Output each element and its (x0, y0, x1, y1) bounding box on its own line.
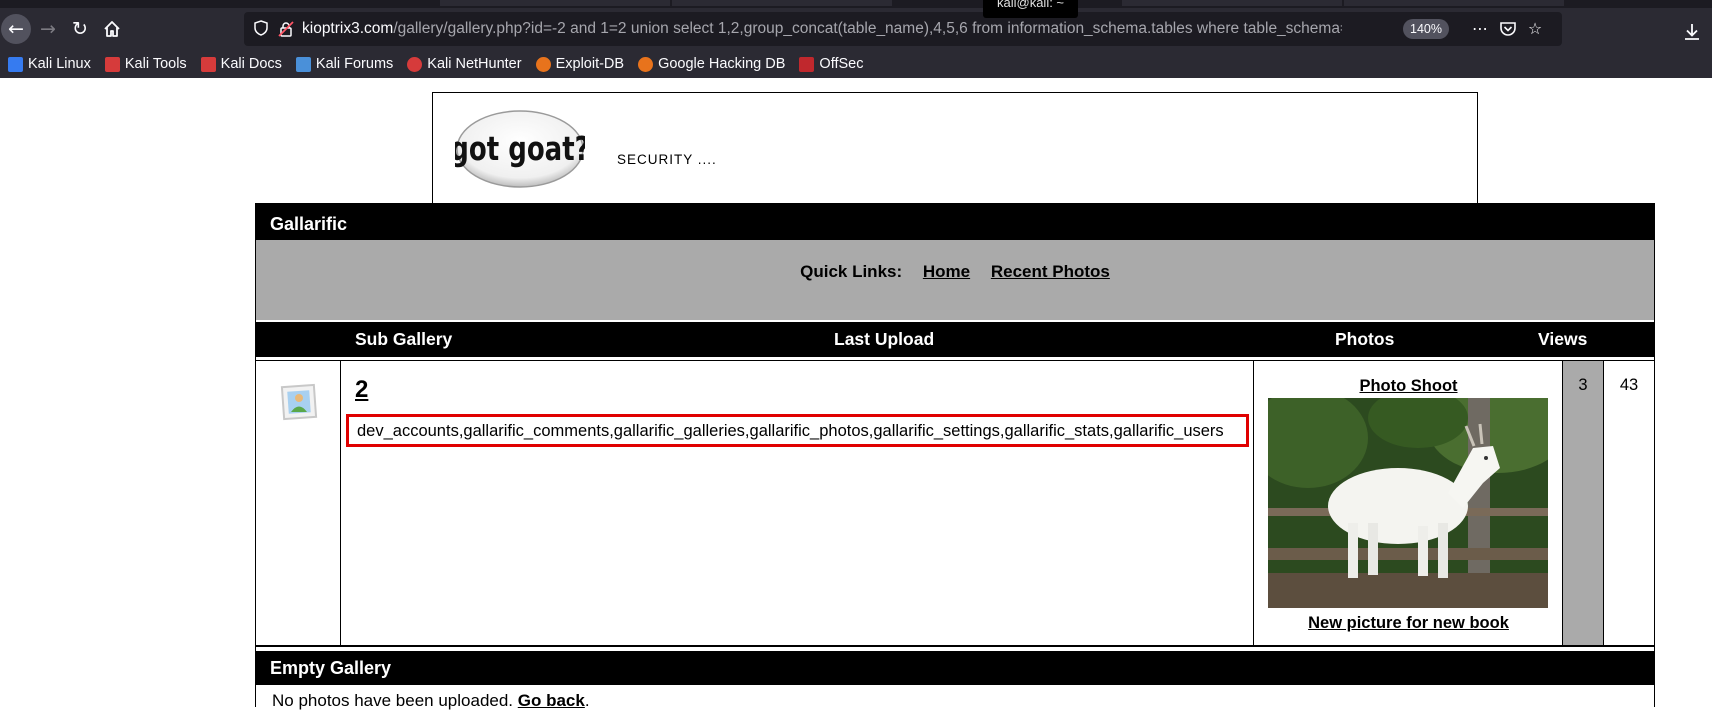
recent-photos-link[interactable]: Recent Photos (991, 262, 1110, 281)
offsec-icon (799, 56, 815, 72)
star-icon[interactable]: ☆ (1525, 19, 1545, 39)
gallery-image-icon[interactable] (280, 382, 318, 422)
window-title-tooltip: kali@kali: ~ (983, 0, 1079, 18)
bookmark-label: Kali Docs (220, 56, 282, 72)
reload-icon[interactable]: ↻ (65, 14, 95, 44)
sub-gallery-link[interactable]: 2 (355, 376, 368, 404)
kali-tools-icon (104, 56, 120, 72)
table-row: 2 dev_accounts,gallarific_comments,galla… (256, 360, 1654, 647)
bookmark-kali-forums[interactable]: Kali Forums (295, 53, 394, 75)
logo-text: got goat? (455, 130, 585, 168)
nethunter-icon (407, 56, 423, 72)
empty-gallery-message: No photos have been uploaded. Go back. (272, 691, 590, 711)
forward-arrow-icon[interactable]: → (33, 14, 63, 44)
bookmark-label: Kali Tools (124, 56, 187, 72)
bookmark-exploit-db[interactable]: Exploit-DB (535, 53, 625, 75)
bookmark-label: Exploit-DB (555, 56, 625, 72)
bookmark-label: Kali NetHunter (427, 56, 522, 72)
url-path: /gallery/gallery.php?id=-2 and 1=2 union… (393, 20, 1342, 37)
bookmark-label: Kali Linux (28, 56, 91, 72)
kali-forums-icon (295, 56, 311, 72)
gallery-icon-cell (256, 361, 341, 645)
col-last-upload: Last Upload (834, 329, 935, 349)
ghdb-icon (638, 56, 654, 72)
browser-tab[interactable] (672, 0, 892, 6)
insecure-lock-icon[interactable] (278, 21, 294, 37)
tracking-shield-icon[interactable] (254, 20, 268, 36)
exploit-db-icon (535, 56, 551, 72)
zoom-level-badge[interactable]: 140% (1403, 19, 1449, 39)
empty-message-text: No photos have been uploaded. (272, 691, 514, 710)
quick-links-label: Quick Links: (800, 262, 903, 281)
tab-strip (0, 0, 1712, 8)
browser-tab[interactable] (1344, 0, 1564, 6)
gallery-title: Gallarific (270, 214, 348, 234)
bookmark-kali-docs[interactable]: Kali Docs (200, 53, 282, 75)
col-sub-gallery: Sub Gallery (355, 329, 453, 349)
bookmark-google-hacking-db[interactable]: Google Hacking DB (638, 53, 785, 75)
bookmark-kali-tools[interactable]: Kali Tools (104, 53, 187, 75)
home-icon[interactable] (97, 14, 127, 44)
period: . (584, 691, 590, 710)
more-dots-icon[interactable]: ⋯ (1470, 19, 1490, 39)
gallery-title-bar: Gallarific (256, 203, 1654, 240)
bookmarks-toolbar: Kali Linux Kali Tools Kali Docs Kali For… (0, 50, 1712, 78)
photo-cell: Photo Shoot New picture for new book (1254, 361, 1563, 645)
bookmark-kali-nethunter[interactable]: Kali NetHunter (407, 53, 522, 75)
go-back-link[interactable]: Go back (518, 691, 585, 710)
bookmark-label: OffSec (819, 56, 864, 72)
url-host: kioptrix3.com (302, 20, 394, 37)
last-upload-cell: 2 dev_accounts,gallarific_comments,galla… (341, 361, 1254, 645)
download-icon[interactable] (1682, 22, 1706, 46)
views-count: 43 (1619, 376, 1639, 394)
sql-injection-highlight: dev_accounts,gallarific_comments,gallari… (346, 414, 1249, 447)
home-link[interactable]: Home (923, 262, 970, 281)
browser-tab[interactable] (1122, 0, 1342, 6)
site-header: got goat? SECURITY .... (432, 92, 1478, 203)
photo-title-link[interactable]: Photo Shoot (1254, 377, 1563, 396)
bookmark-label: Google Hacking DB (658, 56, 786, 72)
page-content: got goat? SECURITY .... Gallarific Quick… (0, 78, 1712, 710)
empty-gallery-bar: Empty Gallery (256, 649, 1654, 685)
col-photos: Photos (1335, 329, 1395, 349)
col-views: Views (1538, 329, 1588, 349)
address-bar[interactable]: kioptrix3.com/gallery/gallery.php?id=-2 … (244, 12, 1562, 46)
url-text[interactable]: kioptrix3.com/gallery/gallery.php?id=-2 … (302, 12, 1342, 46)
kali-docs-icon (200, 56, 216, 72)
photos-count-cell: 3 (1563, 361, 1604, 645)
empty-gallery-title: Empty Gallery (270, 658, 392, 678)
got-goat-logo: got goat? (455, 110, 585, 188)
bookmark-label: Kali Forums (315, 56, 394, 72)
views-count-cell: 43 (1604, 361, 1654, 645)
injected-table-names: dev_accounts,gallarific_comments,gallari… (357, 422, 1224, 440)
column-header-bar: Sub Gallery Last Upload Photos Views (256, 322, 1654, 357)
kali-dragon-icon (8, 56, 23, 72)
goat-photo[interactable] (1268, 398, 1548, 608)
photo-caption-link[interactable]: New picture for new book (1254, 614, 1563, 633)
bookmark-offsec[interactable]: OffSec (799, 53, 863, 75)
site-tagline: SECURITY .... (617, 152, 717, 167)
gallery-table: Gallarific Quick Links: Home Recent Phot… (255, 203, 1655, 710)
navigation-toolbar: ← → ↻ kioptrix3.com/gallery/gallery.php?… (0, 8, 1712, 50)
pocket-icon[interactable] (1498, 19, 1518, 39)
back-arrow-icon[interactable]: ← (1, 14, 31, 44)
quick-links: Quick Links: Home Recent Photos (256, 262, 1654, 282)
photos-count: 3 (1578, 376, 1588, 394)
quick-links-panel: Quick Links: Home Recent Photos (256, 240, 1654, 320)
browser-tab[interactable] (440, 0, 670, 6)
bookmark-kali-linux[interactable]: Kali Linux (8, 53, 91, 75)
